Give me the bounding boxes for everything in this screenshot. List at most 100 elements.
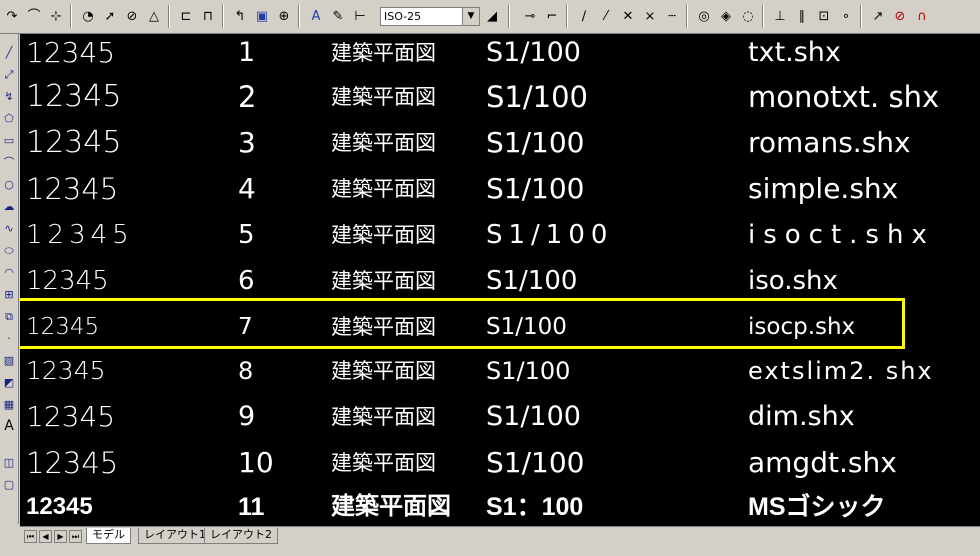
dim-style-value: ISO-25: [384, 10, 422, 23]
row-number: 3: [238, 126, 256, 159]
snap-extension-icon[interactable]: ┄: [662, 6, 682, 26]
row-title: 建築平面図: [331, 405, 436, 429]
tolerance-icon[interactable]: ▣: [252, 6, 272, 26]
dimension-ordinate-icon[interactable]: ⊹: [46, 6, 66, 26]
snap-nearest-icon[interactable]: ↗: [868, 6, 888, 26]
dim-edit-icon[interactable]: A: [306, 6, 326, 26]
insert-block-icon[interactable]: ⊞: [1, 286, 17, 302]
toolbar-separator: [168, 5, 170, 28]
sample-number: 12345: [26, 36, 116, 69]
toolbar-separator: [508, 5, 510, 28]
region-icon[interactable]: ◫: [1, 454, 17, 470]
layout-tab-bar: ⏮ ◀ ▶ ⏭ モデル レイアウト1 レイアウト2: [20, 526, 980, 556]
row-font-name: monotxt. shx: [748, 80, 940, 114]
row-number: 5: [238, 220, 255, 250]
arc-draw-icon[interactable]: ⌒: [1, 154, 17, 170]
last-tab-icon[interactable]: ⏭: [69, 530, 82, 543]
row-scale: S1/100: [486, 220, 614, 250]
dim-text-edit-icon[interactable]: ✎: [328, 6, 348, 26]
leader-icon[interactable]: ↰: [230, 6, 250, 26]
circle-icon[interactable]: ○: [1, 176, 17, 192]
table-icon[interactable]: ▦: [1, 396, 17, 412]
tab-layout1[interactable]: レイアウト1: [138, 528, 212, 544]
hatch-icon[interactable]: ▨: [1, 352, 17, 368]
diameter-icon[interactable]: ⊘: [122, 6, 142, 26]
sample-number: 12345: [26, 493, 93, 520]
snap-quadrant-icon[interactable]: ◈: [716, 6, 736, 26]
drawing-canvas[interactable]: 12345 1 建築平面図 S1/100 txt.shx 12345 2 建築平…: [20, 34, 980, 526]
toolbar-separator: [566, 5, 568, 28]
snap-insert-icon[interactable]: ⊡: [814, 6, 834, 26]
revcloud-icon[interactable]: ☁: [1, 198, 17, 214]
snap-from-icon[interactable]: ⌐: [542, 6, 562, 26]
angular-icon[interactable]: △: [144, 6, 164, 26]
row-font-name: extslim2. shx: [748, 357, 934, 385]
mtext-icon[interactable]: A: [1, 418, 17, 434]
dim-style-icon[interactable]: ◢: [482, 6, 502, 26]
row-scale: S1/100: [486, 172, 585, 205]
row-title: 建築平面図: [331, 359, 436, 383]
snap-settings-icon[interactable]: ∩: [912, 6, 932, 26]
snap-intersection-icon[interactable]: ✕: [618, 6, 638, 26]
row-number: 4: [238, 172, 256, 205]
row-scale: S1/100: [486, 80, 588, 114]
row-font-name: simple.shx: [748, 172, 899, 205]
snap-midpoint-icon[interactable]: ⁄: [596, 6, 616, 26]
row-number: 10: [238, 446, 274, 479]
chevron-down-icon[interactable]: ▼: [462, 8, 479, 25]
row-scale: S1/100: [486, 126, 585, 159]
row-number: 11: [238, 493, 265, 521]
prev-tab-icon[interactable]: ◀: [39, 530, 52, 543]
ellipse-icon[interactable]: ⬭: [1, 242, 17, 258]
snap-perpendicular-icon[interactable]: ⊥: [770, 6, 790, 26]
snap-node-icon[interactable]: ∘: [836, 6, 856, 26]
point-icon[interactable]: ·: [1, 330, 17, 346]
dim-style-select[interactable]: ISO-25 ▼: [380, 7, 480, 26]
make-block-icon[interactable]: ⧉: [1, 308, 17, 324]
text-row: 12345 5 建築平面図 S1/100 isoct.shx: [20, 212, 980, 258]
rectangle-icon[interactable]: ▭: [1, 132, 17, 148]
gradient-icon[interactable]: ◩: [1, 374, 17, 390]
dimension-arc-icon[interactable]: ⌒: [24, 6, 44, 26]
snap-parallel-icon[interactable]: ∥: [792, 6, 812, 26]
snap-none-icon[interactable]: ⊘: [890, 6, 910, 26]
row-font-name: MSゴシック: [748, 493, 886, 521]
quick-dim-icon[interactable]: ⊏: [176, 6, 196, 26]
spline-icon[interactable]: ∿: [1, 220, 17, 236]
sample-number: 12345: [26, 79, 122, 114]
row-scale: S1/100: [486, 357, 571, 385]
tab-layout2[interactable]: レイアウト2: [204, 528, 278, 544]
toolbar: ↷ ⌒ ⊹ ◔ ➚ ⊘ △ ⊏ ⊓ ↰ ▣ ⊕ A ✎ ⊢ ISO-25 ▼ ◢…: [0, 0, 980, 34]
snap-tangent-icon[interactable]: ◌: [738, 6, 758, 26]
radius-icon[interactable]: ◔: [78, 6, 98, 26]
snap-center-icon[interactable]: ◎: [694, 6, 714, 26]
toolbar-separator: [762, 5, 764, 28]
arc-icon[interactable]: ↷: [2, 6, 22, 26]
polyline-icon[interactable]: ↯: [1, 88, 17, 104]
row-number: 2: [238, 80, 257, 114]
highlight-rectangle: [20, 298, 905, 349]
wipeout-icon[interactable]: ▢: [1, 476, 17, 492]
tab-model[interactable]: モデル: [86, 528, 131, 544]
row-scale: S1：100: [486, 493, 584, 521]
text-row: 12345 2 建築平面図 S1/100 monotxt. shx: [20, 74, 980, 120]
snap-endpoint-icon[interactable]: ∕: [574, 6, 594, 26]
row-scale: S1/100: [486, 37, 581, 68]
toolbar-separator: [860, 5, 862, 28]
row-font-name: dim.shx: [748, 401, 855, 432]
ellipse-arc-icon[interactable]: ◠: [1, 264, 17, 280]
snap-temp-track-icon[interactable]: ⊸: [520, 6, 540, 26]
polygon-icon[interactable]: ⬠: [1, 110, 17, 126]
text-row: 12345 1 建築平面図 S1/100 txt.shx: [20, 34, 980, 76]
line-icon[interactable]: ╱: [1, 44, 17, 60]
sample-number: 12345: [26, 172, 119, 206]
baseline-icon[interactable]: ⊓: [198, 6, 218, 26]
first-tab-icon[interactable]: ⏮: [24, 530, 37, 543]
next-tab-icon[interactable]: ▶: [54, 530, 67, 543]
row-title: 建築平面図: [331, 451, 436, 475]
jogged-icon[interactable]: ➚: [100, 6, 120, 26]
center-mark-icon[interactable]: ⊕: [274, 6, 294, 26]
construction-line-icon[interactable]: ⤢: [1, 66, 17, 82]
dim-update-icon[interactable]: ⊢: [350, 6, 370, 26]
snap-apparent-intersection-icon[interactable]: ⨯: [640, 6, 660, 26]
